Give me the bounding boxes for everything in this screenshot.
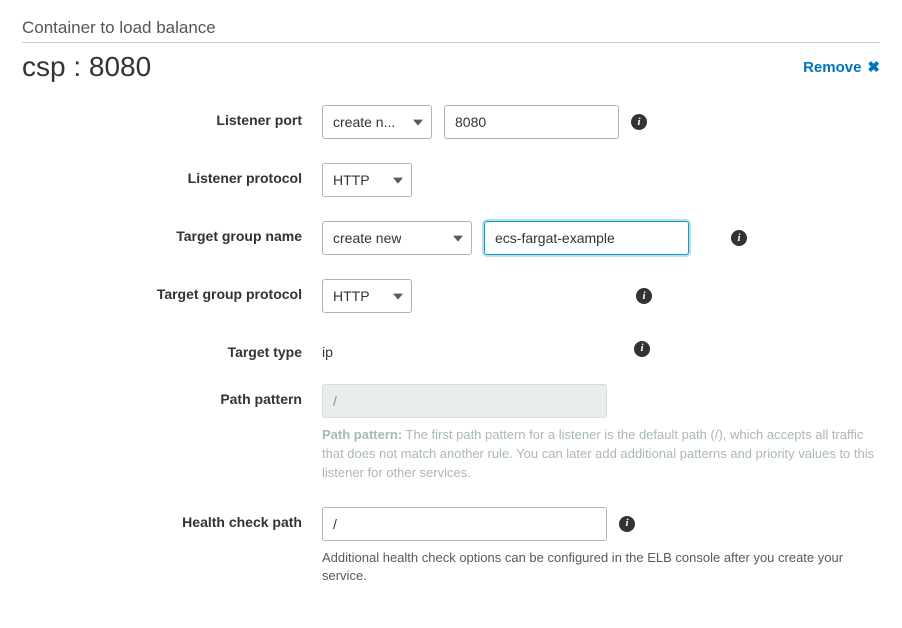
- label-target-type: Target type: [22, 337, 322, 360]
- controls-target-group-protocol: HTTP: [322, 279, 880, 313]
- chevron-down-icon: [453, 236, 463, 242]
- listener-protocol-select[interactable]: HTTP: [322, 163, 412, 197]
- info-icon[interactable]: [631, 114, 647, 130]
- info-icon[interactable]: [636, 288, 652, 304]
- controls-path-pattern: Path pattern: The first path pattern for…: [322, 384, 880, 483]
- section-divider: [22, 42, 880, 43]
- listener-port-select[interactable]: create n...: [322, 105, 432, 139]
- target-type-value: ip: [322, 337, 622, 360]
- info-icon[interactable]: [619, 516, 635, 532]
- container-header-row: csp : 8080 Remove ✖: [22, 51, 880, 83]
- path-pattern-input: [322, 384, 607, 418]
- listener-protocol-select-value: HTTP: [333, 172, 370, 188]
- target-group-protocol-select[interactable]: HTTP: [322, 279, 412, 313]
- label-listener-port: Listener port: [22, 105, 322, 128]
- row-target-type: Target type ip: [22, 337, 880, 360]
- remove-label: Remove: [803, 59, 861, 76]
- row-health-check-path: Health check path Additional health chec…: [22, 507, 880, 587]
- path-pattern-help-text: The first path pattern for a listener is…: [322, 427, 874, 480]
- target-group-name-select-value: create new: [333, 230, 401, 246]
- listener-port-input[interactable]: [444, 105, 619, 139]
- label-health-check-path: Health check path: [22, 507, 322, 530]
- target-group-protocol-select-value: HTTP: [333, 288, 370, 304]
- chevron-down-icon: [413, 120, 423, 126]
- label-listener-protocol: Listener protocol: [22, 163, 322, 186]
- info-icon[interactable]: [731, 230, 747, 246]
- health-check-help: Additional health check options can be c…: [322, 549, 880, 587]
- row-target-group-name: Target group name create new: [22, 221, 880, 255]
- label-target-group-protocol: Target group protocol: [22, 279, 322, 302]
- target-group-name-input[interactable]: [484, 221, 689, 255]
- section-title: Container to load balance: [22, 18, 880, 38]
- row-target-group-protocol: Target group protocol HTTP: [22, 279, 880, 313]
- path-pattern-help-bold: Path pattern:: [322, 427, 402, 442]
- row-listener-protocol: Listener protocol HTTP: [22, 163, 880, 197]
- row-listener-port: Listener port create n...: [22, 105, 880, 139]
- chevron-down-icon: [393, 178, 403, 184]
- close-icon: ✖: [867, 58, 880, 76]
- controls-listener-protocol: HTTP: [322, 163, 880, 197]
- info-icon[interactable]: [634, 341, 650, 357]
- row-path-pattern: Path pattern Path pattern: The first pat…: [22, 384, 880, 483]
- listener-port-select-value: create n...: [333, 114, 395, 130]
- controls-health-check-path: Additional health check options can be c…: [322, 507, 880, 587]
- chevron-down-icon: [393, 294, 403, 300]
- controls-target-group-name: create new: [322, 221, 880, 255]
- remove-button[interactable]: Remove ✖: [803, 58, 880, 76]
- label-target-group-name: Target group name: [22, 221, 322, 244]
- controls-target-type: ip: [322, 337, 880, 360]
- controls-listener-port: create n...: [322, 105, 880, 139]
- container-name-header: csp : 8080: [22, 51, 151, 83]
- path-pattern-help: Path pattern: The first path pattern for…: [322, 426, 880, 483]
- health-check-path-input[interactable]: [322, 507, 607, 541]
- label-path-pattern: Path pattern: [22, 384, 322, 407]
- target-group-name-select[interactable]: create new: [322, 221, 472, 255]
